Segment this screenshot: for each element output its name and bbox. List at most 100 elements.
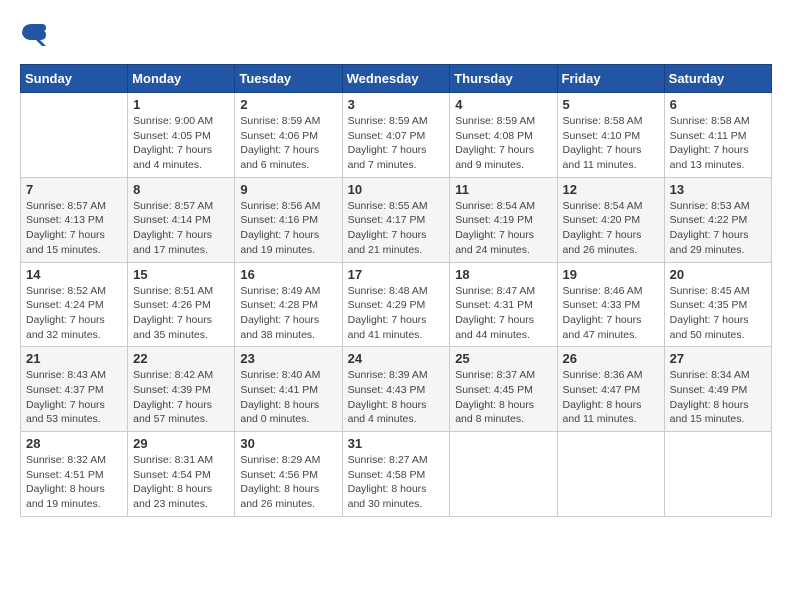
day-info: Sunrise: 8:46 AM Sunset: 4:33 PM Dayligh… [563,284,659,343]
day-number: 16 [240,267,336,282]
day-info: Sunrise: 8:56 AM Sunset: 4:16 PM Dayligh… [240,199,336,258]
day-number: 15 [133,267,229,282]
day-info: Sunrise: 8:59 AM Sunset: 4:06 PM Dayligh… [240,114,336,173]
calendar-week-row: 1Sunrise: 9:00 AM Sunset: 4:05 PM Daylig… [21,93,772,178]
day-info: Sunrise: 8:36 AM Sunset: 4:47 PM Dayligh… [563,368,659,427]
day-number: 7 [26,182,122,197]
day-info: Sunrise: 8:58 AM Sunset: 4:11 PM Dayligh… [670,114,766,173]
day-of-week-header: Wednesday [342,65,450,93]
calendar-week-row: 21 Sunrise: 8:43 AM Sunset: 4:37 PM Dayli… [21,347,772,432]
calendar-cell: 3 Sunrise: 8:59 AM Sunset: 4:07 PM Daylig… [342,93,450,178]
calendar-cell: 30 Sunrise: 8:29 AM Sunset: 4:56 PM Dayli… [235,432,342,517]
calendar-cell: 2 Sunrise: 8:59 AM Sunset: 4:06 PM Daylig… [235,93,342,178]
calendar-cell: 19 Sunrise: 8:46 AM Sunset: 4:33 PM Dayli… [557,262,664,347]
calendar-cell: 15 Sunrise: 8:51 AM Sunset: 4:26 PM Dayli… [128,262,235,347]
day-info: Sunrise: 8:55 AM Sunset: 4:17 PM Dayligh… [348,199,445,258]
day-number: 20 [670,267,766,282]
calendar-cell: 6 Sunrise: 8:58 AM Sunset: 4:11 PM Daylig… [664,93,771,178]
day-info: Sunrise: 8:37 AM Sunset: 4:45 PM Dayligh… [455,368,551,427]
day-number: 29 [133,436,229,451]
calendar-cell: 13 Sunrise: 8:53 AM Sunset: 4:22 PM Dayli… [664,177,771,262]
day-info: Sunrise: 8:57 AM Sunset: 4:13 PM Dayligh… [26,199,122,258]
page-header [20,20,772,48]
calendar-cell: 24 Sunrise: 8:39 AM Sunset: 4:43 PM Dayli… [342,347,450,432]
day-info: Sunrise: 8:51 AM Sunset: 4:26 PM Dayligh… [133,284,229,343]
calendar-week-row: 28 Sunrise: 8:32 AM Sunset: 4:51 PM Dayli… [21,432,772,517]
day-number: 28 [26,436,122,451]
calendar-cell: 18 Sunrise: 8:47 AM Sunset: 4:31 PM Dayli… [450,262,557,347]
day-number: 14 [26,267,122,282]
day-info: Sunrise: 8:47 AM Sunset: 4:31 PM Dayligh… [455,284,551,343]
day-number: 31 [348,436,445,451]
day-info: Sunrise: 8:53 AM Sunset: 4:22 PM Dayligh… [670,199,766,258]
calendar-cell: 29Sunrise: 8:31 AM Sunset: 4:54 PM Dayli… [128,432,235,517]
calendar-cell [450,432,557,517]
calendar-cell: 26Sunrise: 8:36 AM Sunset: 4:47 PM Dayli… [557,347,664,432]
day-number: 2 [240,97,336,112]
day-number: 13 [670,182,766,197]
calendar-cell: 21 Sunrise: 8:43 AM Sunset: 4:37 PM Dayli… [21,347,128,432]
day-number: 6 [670,97,766,112]
day-number: 30 [240,436,336,451]
calendar-week-row: 14 Sunrise: 8:52 AM Sunset: 4:24 PM Dayli… [21,262,772,347]
day-number: 21 [26,351,122,366]
day-info: Sunrise: 8:48 AM Sunset: 4:29 PM Dayligh… [348,284,445,343]
day-info: Sunrise: 8:40 AM Sunset: 4:41 PM Dayligh… [240,368,336,427]
calendar-cell: 10Sunrise: 8:55 AM Sunset: 4:17 PM Dayli… [342,177,450,262]
day-info: Sunrise: 8:52 AM Sunset: 4:24 PM Dayligh… [26,284,122,343]
day-number: 4 [455,97,551,112]
calendar-cell [21,93,128,178]
calendar-cell: 12 Sunrise: 8:54 AM Sunset: 4:20 PM Dayli… [557,177,664,262]
day-info: Sunrise: 8:29 AM Sunset: 4:56 PM Dayligh… [240,453,336,512]
day-info: Sunrise: 8:45 AM Sunset: 4:35 PM Dayligh… [670,284,766,343]
day-info: Sunrise: 8:42 AM Sunset: 4:39 PM Dayligh… [133,368,229,427]
calendar-cell [557,432,664,517]
calendar-cell: 11Sunrise: 8:54 AM Sunset: 4:19 PM Dayli… [450,177,557,262]
calendar-cell: 22 Sunrise: 8:42 AM Sunset: 4:39 PM Dayli… [128,347,235,432]
logo [20,20,52,48]
day-info: Sunrise: 8:58 AM Sunset: 4:10 PM Dayligh… [563,114,659,173]
calendar-cell: 5 Sunrise: 8:58 AM Sunset: 4:10 PM Daylig… [557,93,664,178]
day-number: 5 [563,97,659,112]
calendar-cell: 27 Sunrise: 8:34 AM Sunset: 4:49 PM Dayli… [664,347,771,432]
calendar-cell [664,432,771,517]
calendar-cell: 25 Sunrise: 8:37 AM Sunset: 4:45 PM Dayli… [450,347,557,432]
day-number: 23 [240,351,336,366]
calendar-cell: 1Sunrise: 9:00 AM Sunset: 4:05 PM Daylig… [128,93,235,178]
day-of-week-header: Thursday [450,65,557,93]
day-number: 3 [348,97,445,112]
day-info: Sunrise: 8:27 AM Sunset: 4:58 PM Dayligh… [348,453,445,512]
calendar-table: SundayMondayTuesdayWednesdayThursdayFrid… [20,64,772,517]
day-of-week-header: Sunday [21,65,128,93]
logo-icon [20,20,48,48]
day-number: 17 [348,267,445,282]
calendar-cell: 16Sunrise: 8:49 AM Sunset: 4:28 PM Dayli… [235,262,342,347]
calendar-cell: 4Sunrise: 8:59 AM Sunset: 4:08 PM Daylig… [450,93,557,178]
day-of-week-header: Saturday [664,65,771,93]
day-number: 24 [348,351,445,366]
day-info: Sunrise: 8:39 AM Sunset: 4:43 PM Dayligh… [348,368,445,427]
day-of-week-header: Tuesday [235,65,342,93]
day-number: 22 [133,351,229,366]
calendar-cell: 31 Sunrise: 8:27 AM Sunset: 4:58 PM Dayli… [342,432,450,517]
day-info: Sunrise: 8:34 AM Sunset: 4:49 PM Dayligh… [670,368,766,427]
calendar-cell: 28 Sunrise: 8:32 AM Sunset: 4:51 PM Dayli… [21,432,128,517]
day-number: 8 [133,182,229,197]
calendar-cell: 7 Sunrise: 8:57 AM Sunset: 4:13 PM Daylig… [21,177,128,262]
day-number: 9 [240,182,336,197]
day-of-week-header: Monday [128,65,235,93]
day-number: 25 [455,351,551,366]
calendar-cell: 20 Sunrise: 8:45 AM Sunset: 4:35 PM Dayli… [664,262,771,347]
day-number: 27 [670,351,766,366]
day-info: Sunrise: 8:43 AM Sunset: 4:37 PM Dayligh… [26,368,122,427]
day-info: Sunrise: 9:00 AM Sunset: 4:05 PM Dayligh… [133,114,229,173]
day-info: Sunrise: 8:59 AM Sunset: 4:07 PM Dayligh… [348,114,445,173]
day-info: Sunrise: 8:32 AM Sunset: 4:51 PM Dayligh… [26,453,122,512]
day-number: 19 [563,267,659,282]
day-number: 12 [563,182,659,197]
day-info: Sunrise: 8:54 AM Sunset: 4:20 PM Dayligh… [563,199,659,258]
day-number: 11 [455,182,551,197]
calendar-cell: 23 Sunrise: 8:40 AM Sunset: 4:41 PM Dayli… [235,347,342,432]
day-number: 18 [455,267,551,282]
calendar-cell: 8Sunrise: 8:57 AM Sunset: 4:14 PM Daylig… [128,177,235,262]
